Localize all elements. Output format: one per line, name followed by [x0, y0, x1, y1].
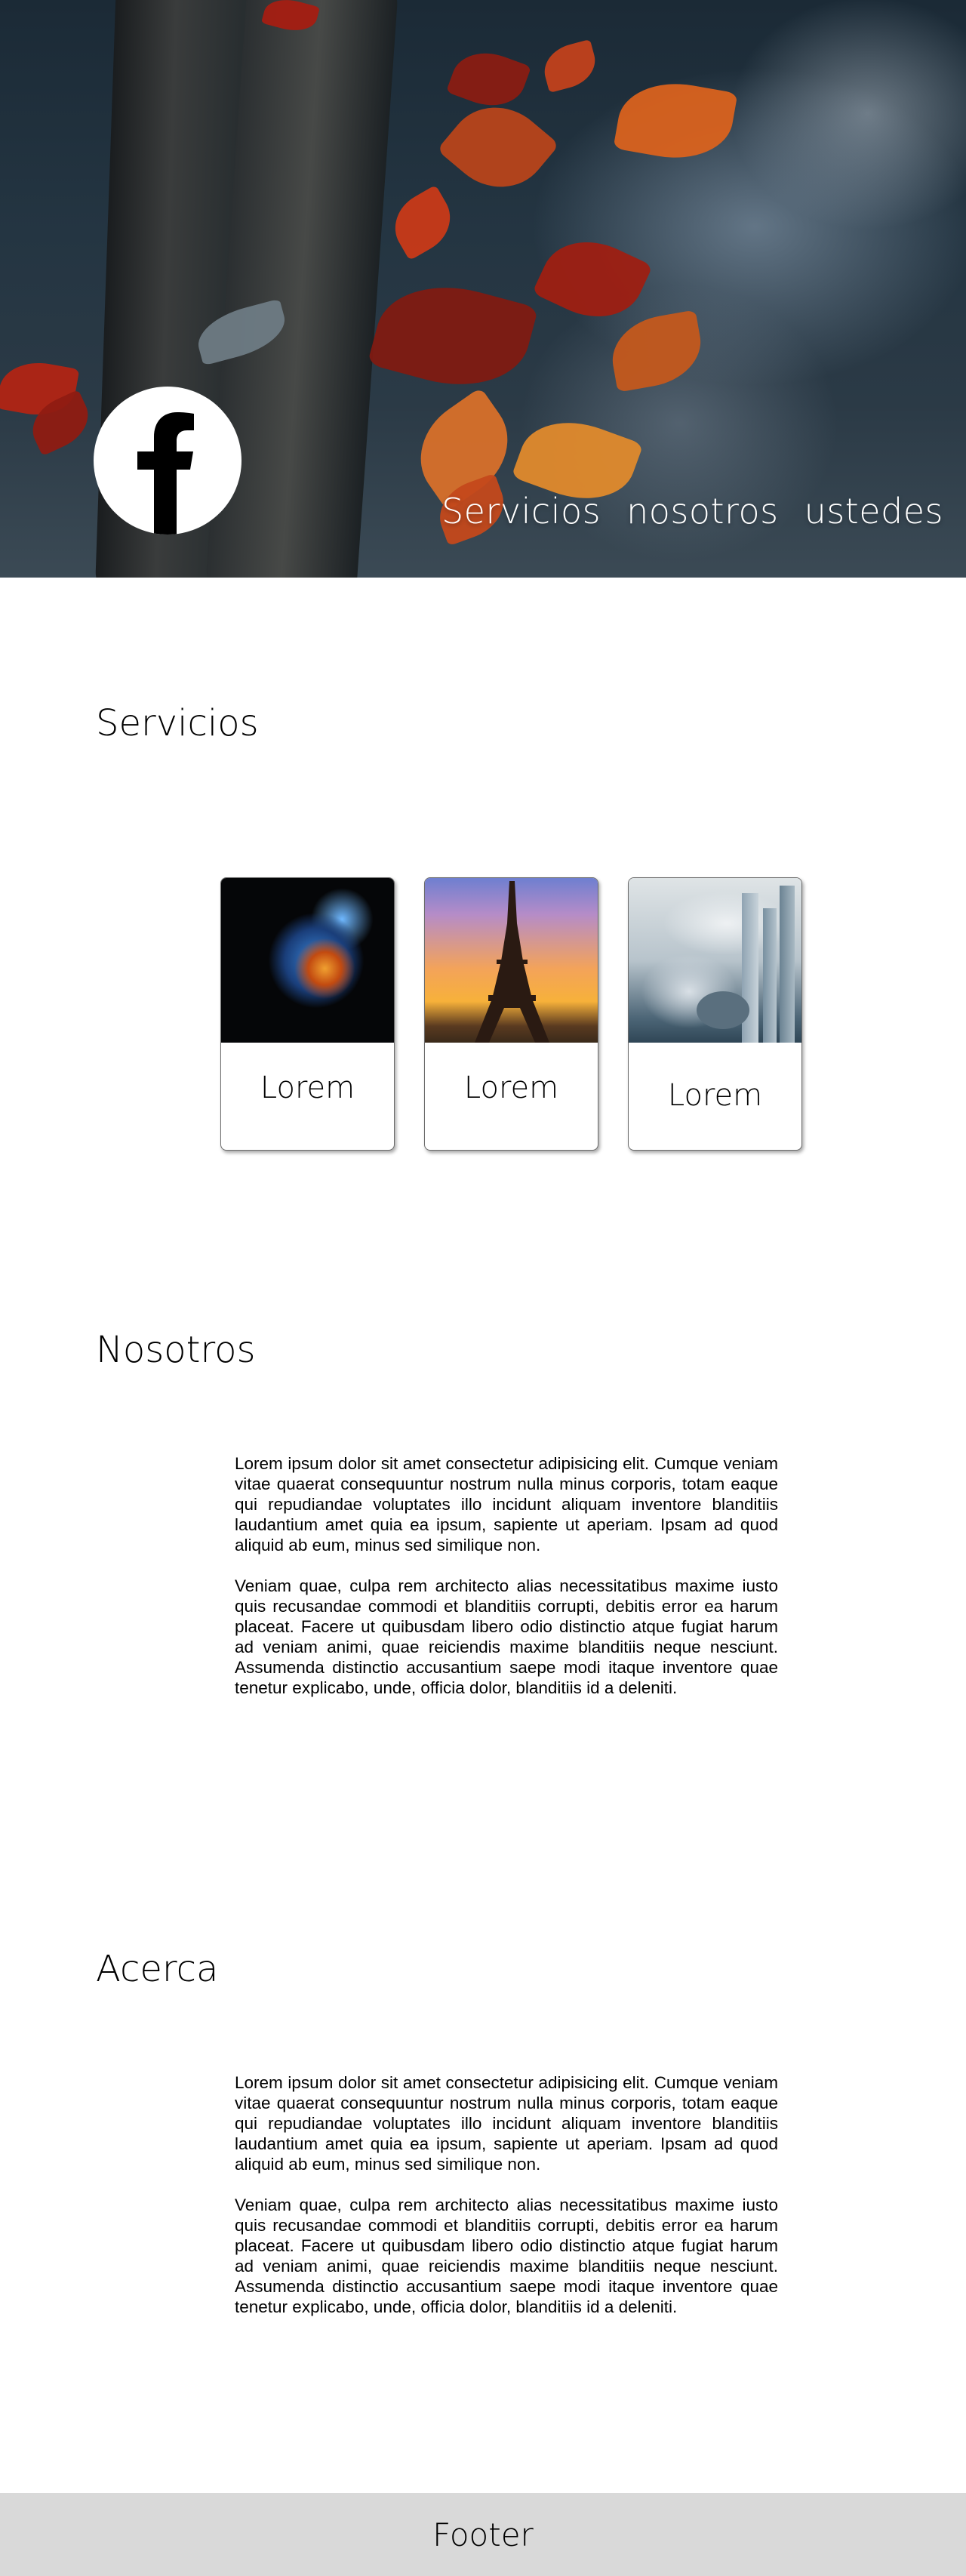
paragraph: Lorem ipsum dolor sit amet consectetur a… — [235, 2073, 778, 2174]
eiffel-tower-sunset-image — [425, 878, 598, 1043]
nav-link-servicios[interactable]: Servicios — [441, 491, 601, 532]
eiffel-tower-icon — [475, 881, 549, 1043]
paragraph: Veniam quae, culpa rem architecto alias … — [235, 2195, 778, 2316]
acerca-text: Lorem ipsum dolor sit amet consectetur a… — [235, 2072, 778, 2337]
card-caption: Lorem — [260, 1071, 355, 1105]
service-card[interactable]: Lorem — [628, 877, 802, 1151]
paragraph: Veniam quae, culpa rem architecto alias … — [235, 1576, 778, 1697]
leaf-decoration — [531, 224, 654, 334]
nosotros-text: Lorem ipsum dolor sit amet consectetur a… — [235, 1453, 778, 1718]
hero-banner: Servicios nosotros ustedes — [0, 0, 966, 578]
service-card[interactable]: Lorem — [220, 877, 395, 1151]
facebook-icon — [137, 412, 194, 535]
leaf-decoration — [613, 73, 738, 168]
page-footer: Footer — [0, 2493, 966, 2576]
leaf-decoration — [383, 184, 463, 261]
main-nav: Servicios nosotros ustedes — [441, 491, 943, 532]
paragraph: Lorem ipsum dolor sit amet consectetur a… — [235, 1454, 778, 1555]
nav-link-nosotros[interactable]: nosotros — [626, 491, 778, 532]
leaf-decoration — [606, 310, 707, 393]
servicios-cards: Lorem Lorem Lorem — [220, 877, 802, 1151]
card-caption: Lorem — [667, 1078, 763, 1113]
service-card[interactable]: Lorem — [424, 877, 598, 1151]
leaf-decoration — [445, 42, 532, 117]
card-caption: Lorem — [463, 1071, 559, 1105]
nosotros-title: Nosotros — [96, 1329, 256, 1371]
city-skyline-clouds-image — [629, 878, 801, 1043]
leaf-decoration — [539, 39, 601, 94]
servicios-title: Servicios — [96, 702, 259, 744]
nav-link-ustedes[interactable]: ustedes — [804, 491, 943, 532]
leaf-decoration — [367, 269, 539, 403]
footer-label: Footer — [432, 2516, 534, 2553]
burning-planet-image — [221, 878, 394, 1043]
acerca-title: Acerca — [96, 1948, 219, 1990]
facebook-logo[interactable] — [94, 387, 242, 535]
